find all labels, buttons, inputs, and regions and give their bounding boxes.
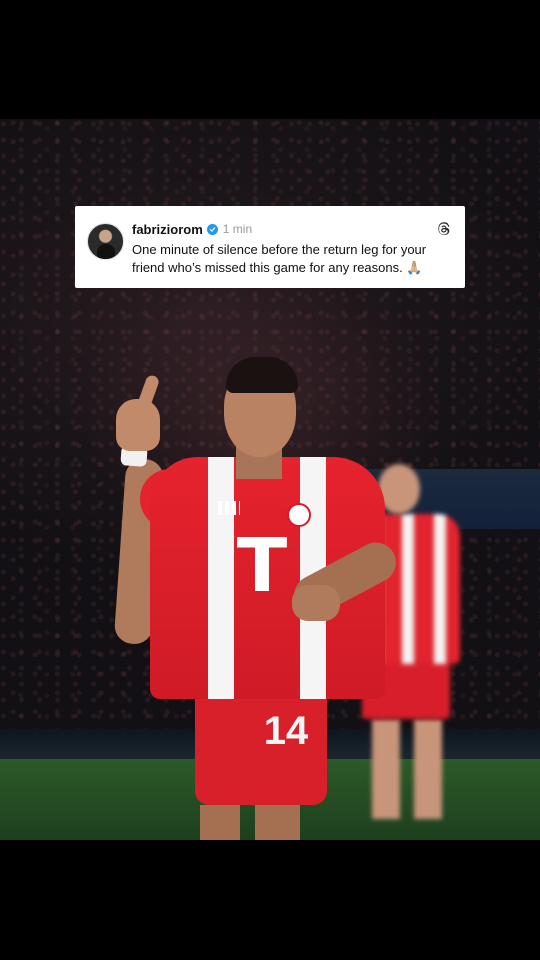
verified-badge-icon <box>206 223 218 235</box>
club-crest <box>287 503 311 527</box>
username[interactable]: fabriziorom <box>132 222 203 237</box>
post-card[interactable]: fabriziorom 1 min One minute of silence … <box>75 206 465 288</box>
post-text: One minute of silence before the return … <box>132 242 427 275</box>
shirt-number: 14 <box>263 709 309 753</box>
post-header: fabriziorom 1 min <box>132 221 252 237</box>
kit-brand-stripes <box>218 501 240 515</box>
player-hand <box>292 585 340 621</box>
sponsor-logo: T <box>236 523 287 609</box>
threads-icon[interactable] <box>437 222 451 236</box>
post-timestamp: 1 min <box>222 222 253 236</box>
avatar-figure <box>97 244 115 259</box>
player-hair <box>226 357 298 393</box>
player-raised-hand <box>116 399 160 451</box>
teammate-legs <box>372 719 442 819</box>
player-legs <box>200 805 300 840</box>
profile-avatar[interactable] <box>87 223 124 260</box>
